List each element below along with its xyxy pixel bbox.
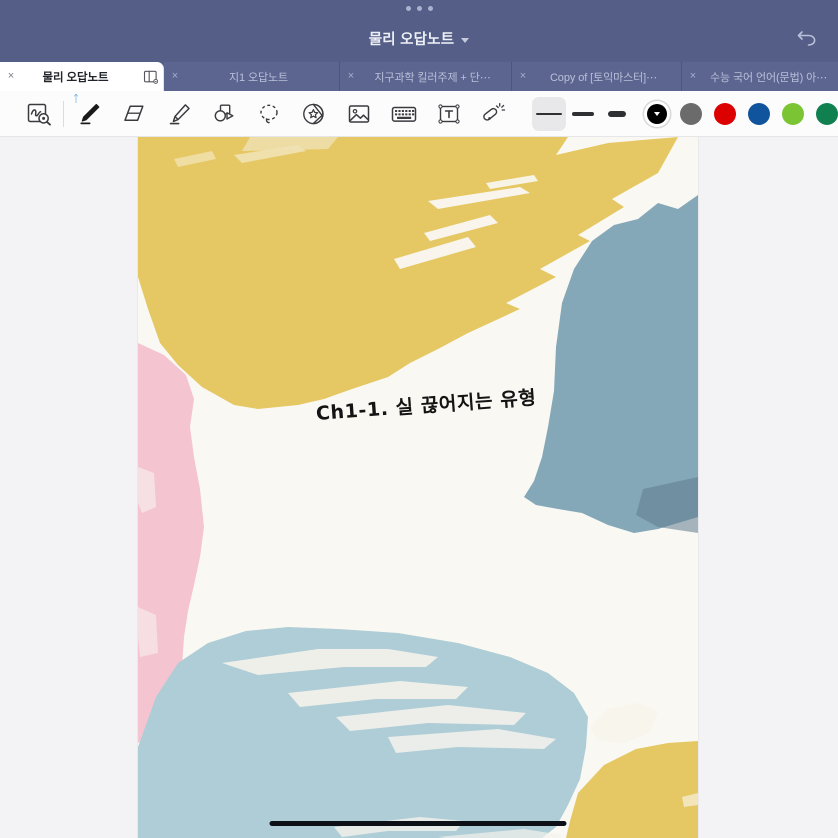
magic-tool-button[interactable] [471,92,516,136]
stroke-thin-icon [536,112,562,115]
sticker-button[interactable] [291,92,336,136]
shapes-icon [214,103,234,122]
tab-物리-오답노트[interactable]: × 물리 오답노트 [0,62,164,91]
color-swatch-gray-dot [680,102,702,125]
color-palette [640,97,838,131]
grip-dot [427,6,433,11]
color-swatch-red[interactable] [708,97,742,131]
tab-close-icon[interactable]: × [0,71,22,82]
tab-copy-of-toeic-master[interactable]: × Copy of [토익마스터]⋯ [512,62,682,91]
text-box-icon [437,103,460,124]
shapes-button[interactable] [201,92,246,136]
document-title-button[interactable]: 물리 오답노트 [0,28,838,49]
stroke-width-medium-button[interactable] [566,97,600,131]
tab-label: 지구과학 킬러주제 + 단⋯ [374,71,491,84]
canvas-area[interactable]: Ch1-1. 실 끊어지는 유형 [0,137,838,838]
side-panel-icon[interactable] [137,69,163,84]
stroke-thick-icon [608,110,626,117]
tool-bar: ᛏ [0,91,838,137]
eraser-button[interactable] [111,92,156,136]
watercolor-brush-cover [138,137,698,838]
grip-dot [416,6,422,11]
image-icon [348,104,369,123]
tab-지1-오답노트[interactable]: × 지1 오답노트 [164,62,340,91]
stroke-width-group [532,96,634,131]
lasso-select-icon [259,104,278,123]
stroke-width-thin-button[interactable] [532,96,566,131]
magic-wand-icon [483,102,506,121]
sticker-icon [303,103,324,124]
insert-image-button[interactable] [336,92,381,136]
tab-close-icon[interactable]: × [512,71,534,82]
color-swatch-dark-green[interactable] [810,97,838,131]
tab-close-icon[interactable]: × [164,71,186,82]
tab-suneung-korean-grammar[interactable]: × 수능 국어 언어(문법) 아⋯ [682,62,838,91]
home-indicator-bar [269,821,567,826]
pen-button[interactable]: ᛏ [66,92,111,136]
drag-handle-dots[interactable] [0,6,838,11]
color-swatch-black[interactable] [640,97,674,131]
notebook-app-window: 물리 오답노트 × 물리 오답노트 × 지1 오답노트 × 지구과학 킬러주제 … [0,0,838,838]
color-swatch-blue-dot [748,102,770,125]
lasso-select-button[interactable] [246,92,291,136]
tab-지구과학-킬러주제[interactable]: × 지구과학 킬러주제 + 단⋯ [340,62,512,91]
highlighter-button[interactable] [156,92,201,136]
color-swatch-light-green[interactable] [776,97,810,131]
search-handwriting-button[interactable] [16,92,61,136]
stroke-width-thick-button[interactable] [600,97,634,131]
search-handwriting-icon [27,103,51,126]
tab-close-icon[interactable]: × [682,71,704,82]
pen-icon [79,103,99,124]
undo-button[interactable] [790,22,824,52]
keyboard-button[interactable] [381,92,426,136]
toolbar-divider [63,100,64,127]
color-swatch-gray[interactable] [674,97,708,131]
bluetooth-icon: ᛏ [73,93,79,105]
keyboard-icon [391,106,416,122]
tab-close-icon[interactable]: × [340,71,362,82]
tab-strip: × 물리 오답노트 × 지1 오답노트 × 지구과학 킬러주제 + 단⋯ × C… [0,62,838,91]
note-page[interactable]: Ch1-1. 실 끊어지는 유형 [138,137,698,838]
undo-arrow-icon [797,31,816,46]
tab-label: 수능 국어 언어(문법) 아⋯ [709,71,828,84]
chevron-down-icon [461,37,470,43]
highlighter-icon [169,103,190,124]
tab-label: 지1 오답노트 [228,71,289,84]
text-box-button[interactable] [426,92,471,136]
chevron-down-icon [654,112,660,116]
tab-label: Copy of [토익마스터]⋯ [549,71,658,84]
title-bar: 물리 오답노트 [0,0,838,62]
color-swatch-dark-green-dot [816,102,838,125]
tab-label: 물리 오답노트 [42,71,109,84]
color-swatch-blue[interactable] [742,97,776,131]
side-panel-glyph [143,70,158,84]
color-swatch-light-green-dot [782,102,804,125]
color-swatch-red-dot [714,102,736,125]
eraser-icon [123,104,144,121]
page-title: 물리 오답노트 [368,32,455,48]
stroke-medium-icon [572,111,594,116]
grip-dot [405,6,411,11]
